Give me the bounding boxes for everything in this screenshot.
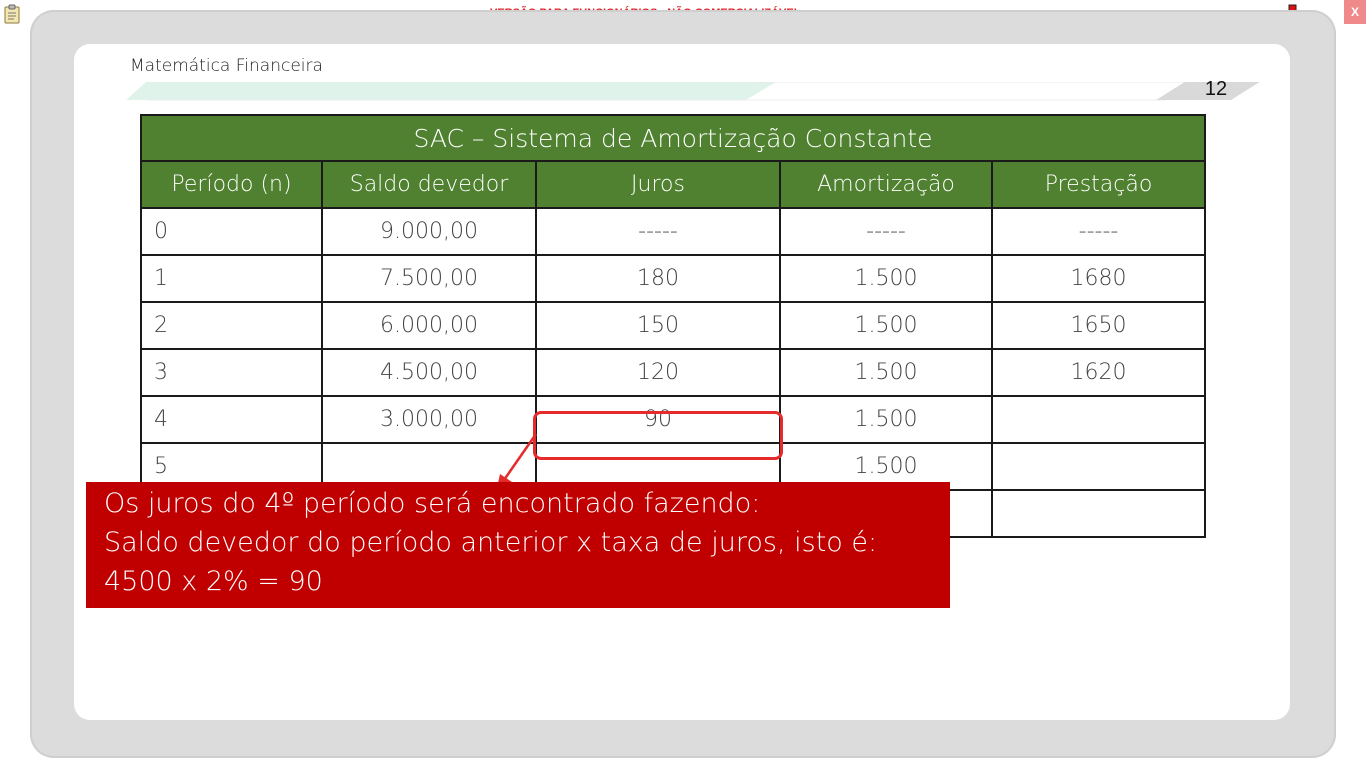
callout-line: 4500 x 2% = 90 <box>104 566 323 597</box>
table-cell: 1650 <box>990 301 1207 350</box>
column-header-amortizacao: Amortização <box>779 160 993 209</box>
table-cell: 1.500 <box>779 301 993 350</box>
table-cell: ----- <box>779 207 993 256</box>
table-cell: 2 <box>140 301 323 350</box>
close-button[interactable]: X <box>1344 0 1366 24</box>
table-cell: 180 <box>535 254 781 303</box>
callout-line: Saldo devedor do período anterior x taxa… <box>104 527 878 558</box>
table-cell: 1 <box>140 254 323 303</box>
table-row: 1 7.500,00 180 1.500 1680 <box>140 254 1207 303</box>
table-cell: 4 <box>140 395 323 444</box>
table-cell: 1680 <box>990 254 1207 303</box>
table-cell <box>990 442 1207 491</box>
table-cell: 9.000,00 <box>321 207 537 256</box>
table-cell: 150 <box>535 301 781 350</box>
table-cell <box>990 395 1207 444</box>
table-cell: 3 <box>140 348 323 397</box>
column-header-juros: Juros <box>535 160 781 209</box>
table-cell: ----- <box>535 207 781 256</box>
table-cell: 1.500 <box>779 395 993 444</box>
explanation-callout: Os juros do 4º período será encontrado f… <box>86 482 950 608</box>
sac-table: SAC – Sistema de Amortização Constante P… <box>139 114 1207 538</box>
table-cell: 0 <box>140 207 323 256</box>
column-header-periodo: Período (n) <box>140 160 323 209</box>
table-title: SAC – Sistema de Amortização Constante <box>139 114 1207 162</box>
page-number: 12 <box>1204 78 1228 100</box>
column-header-prestacao: Prestação <box>990 160 1207 209</box>
highlight-box <box>533 411 783 460</box>
table-cell: 6.000,00 <box>321 301 537 350</box>
table-cell: 1620 <box>990 348 1207 397</box>
table-header-row: Período (n) Saldo devedor Juros Amortiza… <box>140 160 1207 209</box>
table-title-row: SAC – Sistema de Amortização Constante <box>139 114 1207 162</box>
table-cell: ----- <box>990 207 1207 256</box>
table-row: 0 9.000,00 ----- ----- ----- <box>140 207 1207 256</box>
table-cell: 4.500,00 <box>321 348 537 397</box>
column-header-saldo-devedor: Saldo devedor <box>321 160 537 209</box>
table-cell: 7.500,00 <box>321 254 537 303</box>
table-row: 2 6.000,00 150 1.500 1650 <box>140 301 1207 350</box>
table-cell <box>990 489 1207 538</box>
subject-title: Matemática Financeira <box>130 56 323 76</box>
header-stripe <box>126 82 1260 101</box>
table-cell: 1.500 <box>779 254 993 303</box>
clipboard-icon[interactable] <box>4 4 20 24</box>
callout-line: Os juros do 4º período será encontrado f… <box>104 488 761 519</box>
table-cell: 1.500 <box>779 348 993 397</box>
table-cell: 120 <box>535 348 781 397</box>
table-row: 3 4.500,00 120 1.500 1620 <box>140 348 1207 397</box>
